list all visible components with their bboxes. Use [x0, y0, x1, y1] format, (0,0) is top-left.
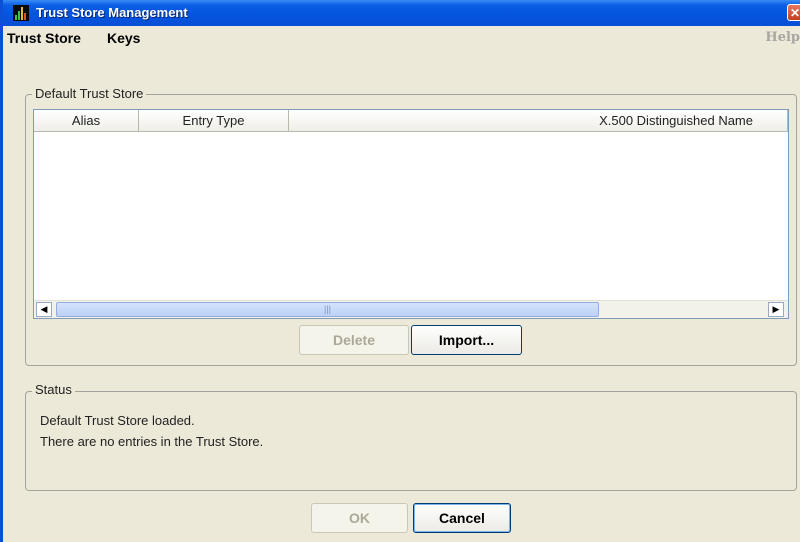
column-header-entry-type[interactable]: Entry Type	[139, 110, 289, 132]
cancel-button[interactable]: Cancel	[413, 503, 511, 533]
status-label: Status	[32, 382, 75, 397]
menu-bar: Trust Store Keys Help	[3, 26, 800, 50]
arrow-left-icon: ◀	[40, 304, 48, 314]
trust-store-management-window: Trust Store Management ✕ Trust Store Key…	[0, 0, 800, 542]
arrow-right-icon: ▶	[772, 304, 780, 314]
default-trust-store-label: Default Trust Store	[32, 86, 147, 101]
scroll-right-button[interactable]: ▶	[768, 302, 784, 317]
menu-help: Help	[765, 30, 800, 45]
delete-button[interactable]: Delete	[299, 325, 409, 355]
ok-button[interactable]: OK	[311, 503, 408, 533]
status-line-2: There are no entries in the Trust Store.	[40, 434, 264, 449]
trust-store-table[interactable]: Alias Entry Type X.500 Distinguished Nam…	[33, 109, 789, 319]
grip-icon: |||	[323, 304, 331, 314]
window-title: Trust Store Management	[36, 5, 188, 20]
menu-trust-store[interactable]: Trust Store	[7, 30, 81, 46]
horizontal-scrollbar[interactable]: ◀ ||| ▶	[34, 300, 788, 318]
title-bar[interactable]: Trust Store Management ✕	[3, 0, 800, 26]
column-header-distinguished-name-label: X.500 Distinguished Name	[599, 113, 753, 128]
menu-keys[interactable]: Keys	[107, 30, 140, 46]
import-button[interactable]: Import...	[411, 325, 522, 355]
close-icon: ✕	[789, 6, 800, 20]
status-line-1: Default Trust Store loaded.	[40, 413, 195, 428]
close-button[interactable]: ✕	[787, 4, 800, 21]
scrollbar-thumb[interactable]: |||	[56, 302, 599, 317]
column-header-distinguished-name[interactable]: X.500 Distinguished Name	[289, 110, 788, 132]
app-icon	[13, 5, 29, 21]
column-header-alias[interactable]: Alias	[34, 110, 139, 132]
scroll-left-button[interactable]: ◀	[36, 302, 52, 317]
